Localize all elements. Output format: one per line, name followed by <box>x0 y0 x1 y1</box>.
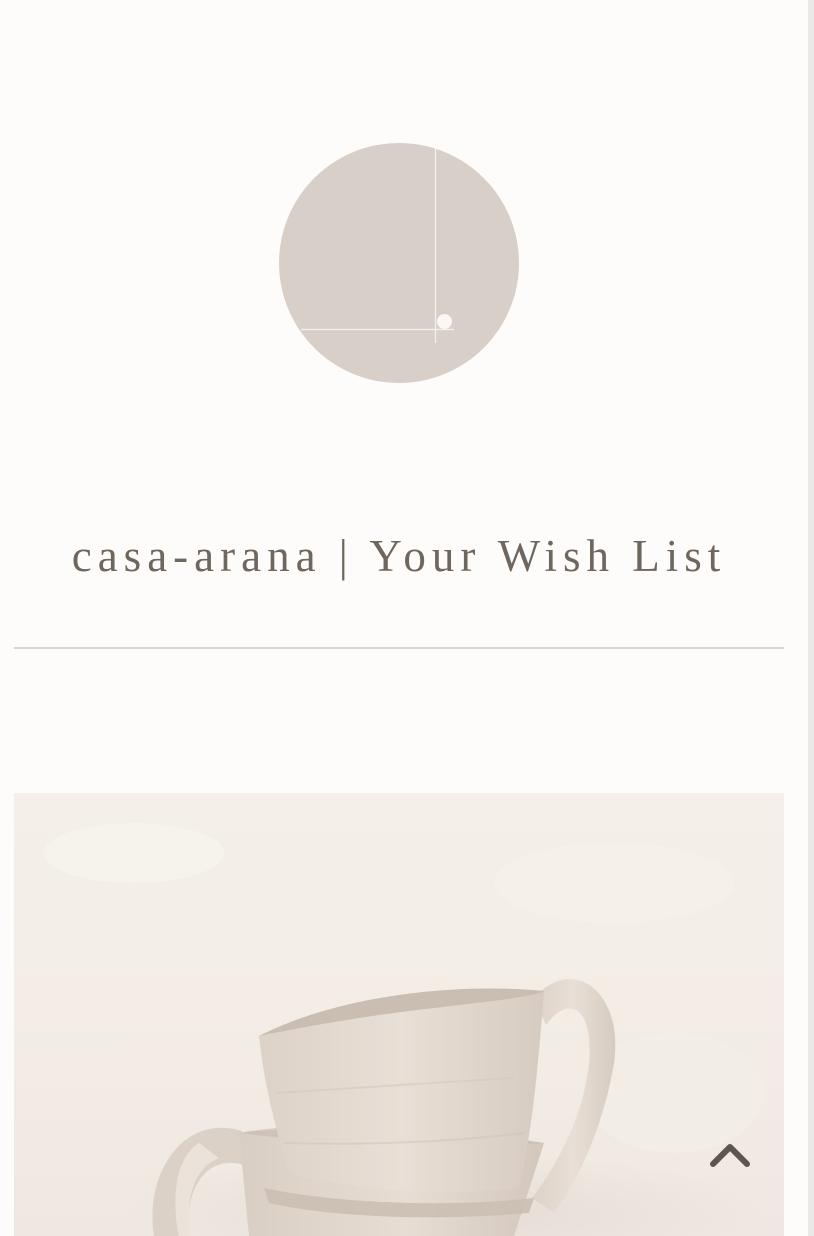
divider <box>14 647 784 649</box>
scrollbar[interactable] <box>808 0 814 1236</box>
circle-logo-icon <box>279 143 519 383</box>
chevron-up-icon <box>710 1144 750 1167</box>
logo[interactable] <box>279 143 519 383</box>
page: casa-arana | Your Wish List <box>0 0 808 1236</box>
stacked-clay-mugs-image <box>14 793 784 1236</box>
back-to-top-button[interactable] <box>704 1134 756 1174</box>
hero-image <box>14 793 784 1236</box>
page-title: casa-arana | Your Wish List <box>71 531 727 581</box>
